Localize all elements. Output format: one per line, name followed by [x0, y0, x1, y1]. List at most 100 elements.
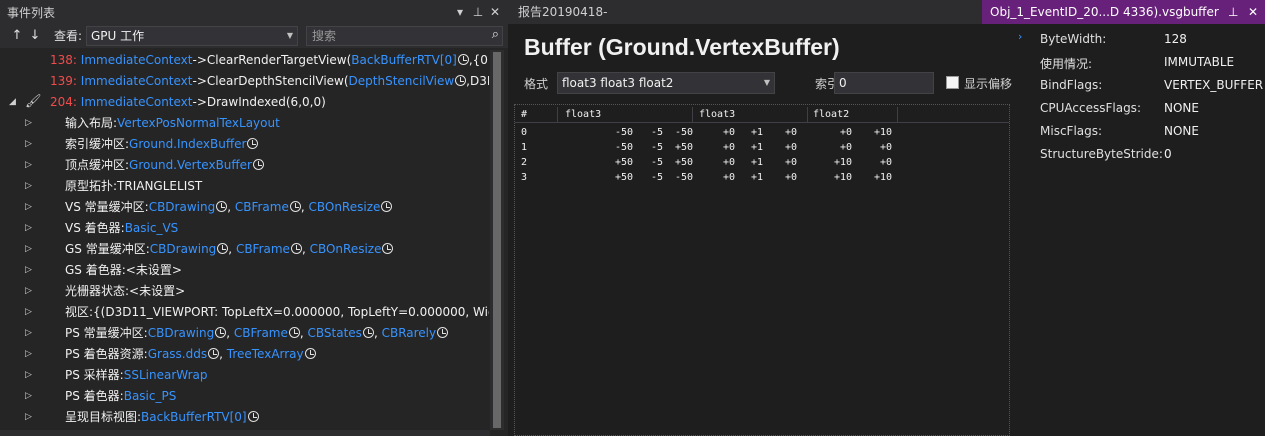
resource-link[interactable]: CBOnResize — [310, 242, 382, 256]
view-combobox[interactable]: GPU 工作 ▼ — [86, 26, 298, 46]
clock-icon[interactable] — [304, 348, 316, 359]
draw-detail-row[interactable]: ▷ GS 常量缓冲区:CBDrawing, CBFrame, CBOnResize — [0, 239, 489, 260]
clock-icon[interactable] — [382, 243, 394, 254]
resource-link[interactable]: CBOnResize — [308, 200, 380, 214]
clock-icon[interactable] — [247, 138, 259, 149]
expand-arrow-icon[interactable]: ▷ — [25, 407, 35, 428]
expand-arrow-icon[interactable]: ▷ — [25, 218, 35, 239]
table-row[interactable]: 1 -50 -5 +50 +0 +1 +0 +0 +0 — [515, 142, 1009, 157]
draw-detail-row[interactable]: ▷ VS 着色器:Basic_VS — [0, 218, 489, 239]
resource-link[interactable]: Grass.dds — [148, 347, 207, 361]
expand-arrow-icon[interactable]: ▷ — [25, 323, 35, 344]
draw-detail-row[interactable]: ▷ 原型拓扑:TRIANGLELIST — [0, 176, 489, 197]
draw-detail-row[interactable]: ▷ 索引缓冲区:Ground.IndexBuffer — [0, 134, 489, 155]
clock-icon[interactable] — [208, 348, 220, 359]
expand-arrow-icon[interactable]: ▷ — [25, 281, 35, 302]
resource-link[interactable]: Basic_PS — [124, 389, 177, 403]
expand-arrow-icon[interactable]: ▷ — [25, 197, 35, 218]
clock-icon[interactable] — [290, 243, 302, 254]
dsv-link[interactable]: DepthStencilView — [349, 74, 455, 88]
horizontal-scrollbar[interactable] — [0, 430, 490, 436]
resource-link[interactable]: CBFrame — [235, 200, 289, 214]
expand-arrow-icon[interactable]: ▷ — [25, 134, 35, 155]
event-row-139[interactable]: 139: ImmediateContext->ClearDepthStencil… — [0, 71, 489, 92]
clock-icon[interactable] — [381, 201, 393, 212]
resource-link[interactable]: CBFrame — [236, 242, 290, 256]
pin-icon[interactable]: ⊥ — [1228, 0, 1238, 24]
clock-icon[interactable] — [455, 75, 467, 86]
expand-arrow-icon[interactable]: ▷ — [25, 365, 35, 386]
expand-arrow-icon[interactable]: ▷ — [25, 155, 35, 176]
event-row-138[interactable]: 138: ImmediateContext->ClearRenderTarget… — [0, 50, 489, 71]
clock-icon[interactable] — [289, 201, 301, 212]
expand-arrow-icon[interactable]: ▷ — [25, 176, 35, 197]
table-row[interactable]: 3 +50 -5 -50 +0 +1 +0 +10 +10 — [515, 172, 1009, 187]
draw-detail-row[interactable]: ▷ 视区:{(D3D11_VIEWPORT: TopLeftX=0.000000,… — [0, 302, 489, 323]
resource-link[interactable]: CBFrame — [234, 326, 288, 340]
resource-link[interactable]: BackBufferRTV[0] — [141, 410, 247, 424]
format-combobox[interactable]: float3 float3 float2 ▼ — [557, 72, 775, 94]
arrow-up-icon[interactable]: ↑ — [8, 26, 26, 46]
rtv-link[interactable]: BackBufferRTV[0] — [351, 53, 457, 67]
expand-arrow-icon[interactable]: ▷ — [25, 260, 35, 281]
event-number: 138: — [50, 53, 77, 67]
table-row[interactable]: 0 -50 -5 -50 +0 +1 +0 +0 +10 — [515, 127, 1009, 142]
clock-icon[interactable] — [253, 159, 264, 170]
context-link[interactable]: ImmediateContext — [81, 74, 193, 88]
draw-detail-row[interactable]: ▷ 顶点缓冲区:Ground.VertexBuffer — [0, 155, 489, 176]
clock-icon[interactable] — [247, 411, 259, 422]
table-cell: +10 — [873, 172, 892, 183]
expand-arrow-icon[interactable]: ▷ — [25, 386, 35, 407]
clock-icon[interactable] — [215, 327, 227, 338]
resource-link[interactable]: CBStates — [308, 326, 362, 340]
vertical-scrollbar[interactable] — [490, 50, 504, 430]
draw-detail-row[interactable]: ▷ PS 常量缓冲区:CBDrawing, CBFrame, CBStates, … — [0, 323, 489, 344]
search-input[interactable]: 搜索 ⌕ — [306, 26, 503, 46]
expand-arrow-icon[interactable]: ▷ — [25, 239, 35, 260]
draw-detail-row[interactable]: ▷ 光栅器状态:<未设置> — [0, 281, 489, 302]
tab-vsglog[interactable]: 报告20190418-2208.vsglog — [508, 0, 668, 43]
dropdown-icon[interactable]: ▾ — [452, 3, 468, 21]
clock-icon[interactable] — [288, 327, 300, 338]
show-offset-checkbox[interactable] — [946, 76, 959, 89]
draw-detail-row[interactable]: ▷ 呈现目标视图:BackBufferRTV[0] — [0, 407, 489, 428]
scrollbar-thumb[interactable] — [493, 52, 501, 428]
resource-link[interactable]: CBDrawing — [148, 326, 215, 340]
context-link[interactable]: ImmediateContext — [81, 53, 193, 67]
table-cell: -50 — [674, 127, 693, 138]
search-icon[interactable]: ⌕ — [492, 26, 499, 44]
clock-icon[interactable] — [457, 54, 469, 65]
resource-link[interactable]: SSLinearWrap — [124, 368, 208, 382]
expand-arrow-icon[interactable]: ▷ — [25, 344, 35, 365]
resource-link[interactable]: CBDrawing — [150, 242, 217, 256]
draw-detail-row[interactable]: ▷ VS 常量缓冲区:CBDrawing, CBFrame, CBOnResize — [0, 197, 489, 218]
context-link[interactable]: ImmediateContext — [81, 95, 193, 109]
expand-arrow-icon[interactable]: ▷ — [25, 302, 35, 323]
draw-detail-row[interactable]: ▷ 输入布局:VertexPosNormalTexLayout — [0, 113, 489, 134]
draw-detail-row[interactable]: ▷ PS 着色器:Basic_PS — [0, 386, 489, 407]
expand-arrow-icon[interactable]: ▷ — [25, 113, 35, 134]
resource-link[interactable]: Basic_VS — [125, 221, 179, 235]
draw-detail-row[interactable]: ▷ PS 采样器:SSLinearWrap — [0, 365, 489, 386]
draw-detail-row[interactable]: ▷ GS 着色器:<未设置> — [0, 260, 489, 281]
resource-link[interactable]: CBDrawing — [149, 200, 216, 214]
resource-link[interactable]: Ground.IndexBuffer — [129, 137, 246, 151]
draw-detail-row[interactable]: ▷ PS 着色器资源:Grass.dds, TreeTexArray — [0, 344, 489, 365]
resource-link[interactable]: VertexPosNormalTexLayout — [117, 116, 280, 130]
event-row-204[interactable]: ◢ 🖌 204: ImmediateContext->DrawIndexed(6… — [0, 92, 489, 113]
index-input[interactable]: 0 — [834, 72, 934, 94]
resource-link[interactable]: TreeTexArray — [227, 347, 304, 361]
clock-icon[interactable] — [437, 327, 449, 338]
resource-link[interactable]: Ground.VertexBuffer — [129, 158, 252, 172]
collapse-arrow-icon[interactable]: ◢ — [9, 92, 16, 113]
resource-link[interactable]: CBRarely — [382, 326, 437, 340]
clock-icon[interactable] — [216, 201, 228, 212]
close-icon[interactable]: ✕ — [487, 3, 503, 21]
arrow-down-icon[interactable]: ↓ — [26, 26, 44, 46]
tab-vsgbuffer[interactable]: Obj_1_EventID_20...D 4336).vsgbuffer ⊥ ✕ — [982, 0, 1265, 24]
clock-icon[interactable] — [217, 243, 229, 254]
clock-icon[interactable] — [362, 327, 374, 338]
pin-icon[interactable]: ⊥ — [470, 3, 486, 21]
close-icon[interactable]: ✕ — [1248, 0, 1258, 24]
table-row[interactable]: 2 +50 -5 +50 +0 +1 +0 +10 +0 — [515, 157, 1009, 172]
